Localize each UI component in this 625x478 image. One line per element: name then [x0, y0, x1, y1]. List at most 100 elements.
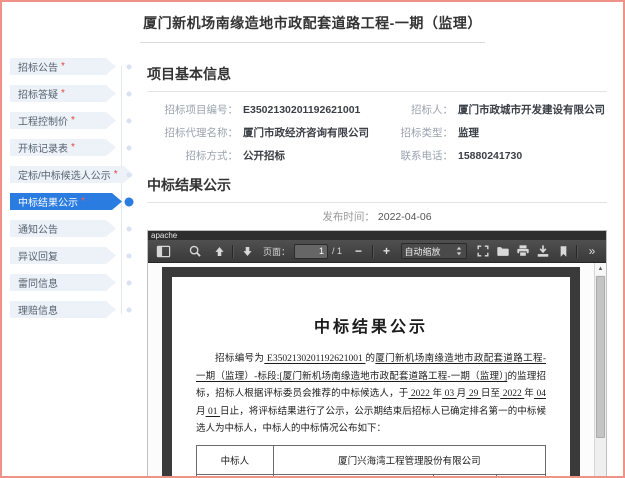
- page-number-input[interactable]: [294, 243, 329, 259]
- timeline-dot: [126, 253, 132, 258]
- sidebar-item-label: 理赔信息: [18, 306, 58, 317]
- info-label: 招标代理名称：: [164, 127, 239, 139]
- required-star: *: [61, 60, 65, 72]
- paragraph-underlined-segment: 2022: [500, 389, 525, 399]
- pdf-viewer-body: 中标结果公示 招标编号为 E3502130201192621001 的厦门新机场…: [148, 263, 606, 476]
- sidebar: 招标公告 * 招标答疑 * 工程控制价 * 开标记录表 * 定标/中标候选人公示 * 中标结果公示 *…: [2, 50, 138, 328]
- award-table: 中标人厦门兴海湾工程管理股份有限公司中标监理费用1092900 元总监理工程师刘…: [196, 444, 547, 476]
- paragraph-segment: 年: [432, 389, 443, 399]
- page-down-icon[interactable]: [237, 242, 257, 260]
- print-icon[interactable]: [513, 242, 533, 260]
- search-icon[interactable]: [185, 242, 205, 260]
- page-total: / 1: [332, 246, 343, 256]
- toolbar-separator: [371, 244, 374, 258]
- publish-line: 发布时间： 2022-04-06: [147, 209, 607, 224]
- sidebar-item-row: 理赔信息: [10, 301, 138, 318]
- paragraph-segment: 的: [365, 354, 376, 364]
- sidebar-item[interactable]: 雷同信息: [10, 274, 116, 291]
- sidebar-item-row: 异议回复: [10, 247, 138, 264]
- sidebar-item-row: 招标公告 *: [10, 58, 138, 75]
- info-value: 15880241730: [458, 149, 523, 162]
- sidebar-item-label: 招标答疑: [18, 90, 58, 101]
- toolbar-separator: [232, 244, 234, 258]
- sidebar-toggle-icon[interactable]: [153, 242, 173, 260]
- table-cell: 中标监理费用: [196, 473, 274, 476]
- pdf-document: 中标结果公示 招标编号为 E3502130201192621001 的厦门新机场…: [172, 277, 570, 476]
- paragraph-underlined-segment: 04: [533, 389, 546, 399]
- sidebar-item-label: 异议回复: [18, 252, 58, 263]
- sidebar-item[interactable]: 中标结果公示 *: [10, 193, 122, 210]
- paragraph-segment: 招标编号为: [215, 354, 265, 364]
- zoom-out-icon[interactable]: −: [349, 242, 369, 260]
- main-content: 项目基本信息 招标项目编号： E3502130201192621001 招标人： 厦门…: [138, 50, 623, 476]
- sidebar-item[interactable]: 开标记录表 *: [10, 139, 116, 156]
- sidebar-item[interactable]: 异议回复: [10, 247, 116, 264]
- page: 厦门新机场南缘造地市政配套道路工程-一期（监理） 招标公告 * 招标答疑 * 工程控制价…: [0, 0, 625, 478]
- server-label: apache: [148, 231, 606, 240]
- sidebar-item-row: 工程控制价 *: [10, 112, 138, 129]
- table-cell: 1092900 元: [272, 473, 435, 476]
- zoom-mode-select[interactable]: 自动缩放: [400, 243, 467, 259]
- timeline-dot: [126, 172, 132, 177]
- timeline-dot: [126, 226, 132, 231]
- paragraph-underlined-segment: E3502130201192621001: [264, 354, 366, 364]
- table-row: 中标监理费用1092900 元总监理工程师刘海生: [196, 473, 546, 476]
- info-label: 联系电话：: [400, 150, 454, 162]
- sidebar-item[interactable]: 定标/中标候选人公示 *: [10, 166, 134, 183]
- sidebar-item-row: 招标答疑 *: [10, 85, 138, 102]
- required-star: *: [71, 141, 75, 153]
- info-value: 监理: [458, 127, 479, 139]
- scrollbar-thumb[interactable]: [596, 276, 605, 438]
- required-star: *: [81, 195, 85, 207]
- info-value: 厦门市政城市开发建设有限公司: [458, 104, 605, 116]
- page-up-icon[interactable]: [209, 242, 229, 260]
- layout: 招标公告 * 招标答疑 * 工程控制价 * 开标记录表 * 定标/中标候选人公示 * 中标结果公示 *…: [2, 50, 623, 476]
- sidebar-item-label: 中标结果公示: [18, 198, 78, 209]
- zoom-in-icon[interactable]: +: [377, 242, 397, 260]
- document-paragraph: 招标编号为 E3502130201192621001 的厦门新机场南缘造地市政配…: [196, 351, 546, 439]
- timeline-dot: [126, 91, 132, 96]
- table-cell: 中标人: [196, 444, 274, 475]
- info-label: 招标方式：: [185, 150, 239, 162]
- publish-date: 2022-04-06: [377, 211, 432, 223]
- timeline-dot: [124, 197, 134, 206]
- paragraph-underlined-segment: 29: [466, 389, 481, 399]
- pdf-page: 中标结果公示 招标编号为 E3502130201192621001 的厦门新机场…: [162, 267, 580, 476]
- document-title: 中标结果公示: [313, 319, 428, 336]
- paragraph-segment: 日止，将评标结果进行了公示，公示期结束后招标人已确定排名第一的中标候选人为中标人…: [196, 406, 546, 435]
- toolbar-separator: [576, 244, 578, 258]
- sidebar-item[interactable]: 理赔信息: [10, 301, 116, 318]
- presentation-mode-icon[interactable]: [473, 242, 493, 260]
- sidebar-item-label: 招标公告: [18, 63, 58, 74]
- sidebar-item[interactable]: 工程控制价 *: [10, 112, 116, 129]
- table-cell: 总监理工程师: [433, 473, 498, 476]
- download-icon[interactable]: [533, 242, 553, 260]
- page-label: 页面：: [263, 246, 291, 257]
- scroll-up-icon[interactable]: ▲: [595, 263, 606, 275]
- bookmark-icon[interactable]: [553, 242, 573, 260]
- sidebar-item[interactable]: 通知公告: [10, 220, 116, 237]
- sidebar-item[interactable]: 招标公告 *: [10, 58, 116, 75]
- timeline-dot: [126, 118, 132, 123]
- paragraph-underlined-segment: 03: [442, 389, 457, 399]
- more-tools-icon[interactable]: »: [581, 242, 601, 260]
- publish-label: 发布时间：: [322, 211, 375, 223]
- timeline-dot: [126, 280, 132, 285]
- pdf-viewer: apache 页面： 1 / 1 − + 自动缩放 » 中标结果公示 招标编号为…: [147, 230, 607, 476]
- info-value: 公开招标: [243, 150, 285, 162]
- timeline-dot: [126, 64, 132, 69]
- paragraph-segment: 月: [456, 389, 467, 399]
- paragraph-segment: 月: [196, 406, 206, 417]
- pdf-toolbar: 页面： / 1 − + 自动缩放: [148, 240, 606, 263]
- open-file-icon[interactable]: [493, 242, 513, 260]
- sidebar-item[interactable]: 招标答疑 *: [10, 85, 116, 102]
- info-value: E3502130201192621001: [243, 103, 361, 116]
- info-value: 厦门市政经济咨询有限公司: [243, 127, 369, 139]
- sidebar-item-label: 开标记录表: [18, 144, 68, 155]
- table-row: 中标人 厦门兴海湾工程管理股份有限公司: [196, 444, 547, 475]
- section-title-basic-info: 项目基本信息: [147, 64, 607, 92]
- timeline-dot: [126, 145, 132, 150]
- required-star: *: [61, 87, 65, 99]
- timeline-dot: [126, 307, 132, 312]
- scrollbar[interactable]: ▲: [594, 263, 606, 476]
